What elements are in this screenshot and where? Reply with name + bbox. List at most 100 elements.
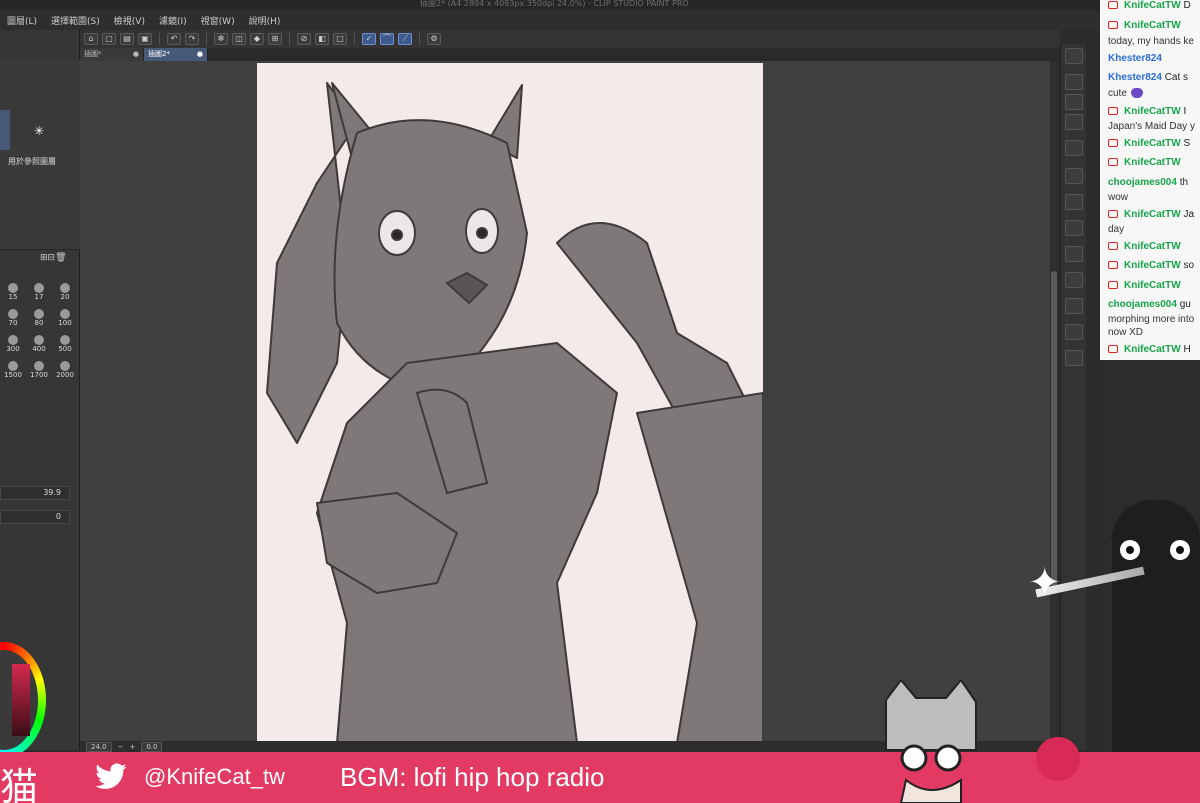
brush-size-option[interactable]: 300 <box>2 332 24 356</box>
brush-size-option[interactable]: 1700 <box>28 358 50 382</box>
deselect-icon[interactable]: ⊘ <box>297 33 311 45</box>
chat-text: D <box>1183 0 1191 11</box>
folder-icon[interactable] <box>1065 220 1083 236</box>
chat-message: KnifeCatTW Ja <box>1108 209 1194 221</box>
chat-username: KnifeCatTW <box>1124 241 1181 252</box>
brush-size-option[interactable]: 17 <box>28 280 50 304</box>
settings-icon[interactable]: ⚙ <box>427 33 441 45</box>
chat-username: KnifeCatTW <box>1124 106 1181 117</box>
transform-icon[interactable]: ⊞ <box>268 33 282 45</box>
merge-icon[interactable] <box>1065 350 1083 366</box>
copy-layer-icon[interactable] <box>1065 140 1083 156</box>
cat-eye <box>1170 540 1190 560</box>
layer-property-icon[interactable] <box>1065 74 1083 90</box>
reference-icon[interactable] <box>1065 298 1083 314</box>
cat-emote-icon <box>1036 737 1080 781</box>
brush-size-option[interactable]: 100 <box>54 306 76 330</box>
lock-icon[interactable] <box>1065 324 1083 340</box>
angle-field[interactable]: 0 <box>0 510 70 524</box>
undo-icon[interactable]: ↶ <box>167 33 181 45</box>
open-file-icon[interactable]: ▤ <box>120 33 134 45</box>
clear-icon[interactable]: ◫ <box>232 33 246 45</box>
brush-dot <box>34 335 44 345</box>
menu-window[interactable]: 視窗(W) <box>194 14 242 27</box>
info-icon[interactable] <box>1065 94 1083 110</box>
chat-username: KnifeCatTW <box>1124 0 1181 11</box>
brush-size-option[interactable]: 20 <box>54 280 76 304</box>
toolbar-divider <box>206 33 207 45</box>
chat-message: KnifeCatTW <box>1108 241 1181 253</box>
zoom-field[interactable]: 24.0 <box>86 741 112 752</box>
chat-message: KnifeCatTW H <box>1108 344 1191 356</box>
snap-curve-icon[interactable]: ⌒ <box>380 33 394 45</box>
artwork-canvas[interactable] <box>257 63 763 743</box>
zoom-in-icon[interactable]: + <box>129 743 135 751</box>
reference-layer-label[interactable]: 用於參照圖層 <box>8 156 56 167</box>
menu-layer[interactable]: 圖層(L) <box>0 14 44 27</box>
sub-tool-panel: ✳ 用於參照圖層 ⊞⊟🗑 <box>0 60 80 263</box>
close-tab-icon[interactable]: ● <box>133 48 139 61</box>
border-icon[interactable]: □ <box>333 33 347 45</box>
color-saturation-square[interactable] <box>12 664 30 736</box>
mask-icon[interactable] <box>1065 246 1083 262</box>
home-icon[interactable]: ⌂ <box>84 33 98 45</box>
brush-size-option[interactable]: 500 <box>54 332 76 356</box>
ruler-icon[interactable] <box>1065 272 1083 288</box>
delete-layer-icon[interactable] <box>1065 168 1083 184</box>
fill-icon[interactable]: ◆ <box>250 33 264 45</box>
cat-logo: 猫 <box>0 765 39 803</box>
tab-illustration-2[interactable]: 插圖2* ● <box>144 48 208 61</box>
chat-text: th <box>1179 177 1189 188</box>
brush-size-option[interactable]: 70 <box>2 306 24 330</box>
stream-chat: KnifeCatTW D KnifeCatTW today, my hands … <box>1100 0 1200 360</box>
tab-label: 插圖2* <box>148 50 170 58</box>
brush-size-label: 500 <box>58 345 72 353</box>
rotation-field[interactable]: 0.0 <box>141 741 163 752</box>
new-layer-icon[interactable] <box>1065 194 1083 210</box>
clear-layer-icon[interactable] <box>1065 114 1083 130</box>
chat-text: so <box>1183 260 1195 271</box>
brush-size-option[interactable]: 1500 <box>2 358 24 382</box>
brush-size-label: 1700 <box>30 371 48 379</box>
vertical-scrollbar[interactable] <box>1050 61 1058 741</box>
twitter-handle: @KnifeCat_tw <box>144 764 285 789</box>
chat-message: Khester824 Cat s <box>1108 72 1188 84</box>
youtube-badge-icon <box>1108 107 1118 116</box>
selected-sub-tool[interactable] <box>0 110 10 150</box>
toolbar-divider <box>289 33 290 45</box>
brush-size-label: 100 <box>58 319 72 327</box>
chat-text: H <box>1183 344 1191 355</box>
close-tab-icon[interactable]: ● <box>197 48 203 61</box>
brush-size-option[interactable]: 15 <box>2 280 24 304</box>
brush-size-option[interactable]: 2000 <box>54 358 76 382</box>
chat-text: today, my hands ke <box>1108 36 1194 47</box>
new-file-icon[interactable]: ▢ <box>102 33 116 45</box>
snap-line-icon[interactable]: ⟋ <box>398 33 412 45</box>
color-wheel[interactable] <box>0 642 46 758</box>
menu-selection[interactable]: 選擇範圍(S) <box>44 14 107 27</box>
save-icon[interactable]: ▣ <box>138 33 152 45</box>
loading-icon[interactable]: ✻ <box>214 33 228 45</box>
menu-help[interactable]: 說明(H) <box>242 14 288 27</box>
scrollbar-thumb[interactable] <box>1051 271 1057 591</box>
brush-size-option[interactable]: 400 <box>28 332 50 356</box>
menu-view[interactable]: 檢視(V) <box>107 14 152 27</box>
chat-text: Ja <box>1183 209 1195 220</box>
youtube-badge-icon <box>1108 345 1118 354</box>
panel-action-icons[interactable]: ⊞⊟🗑 <box>40 253 67 263</box>
tab-illustration-1[interactable]: 插圖* ● <box>80 48 144 61</box>
navigator-icon[interactable] <box>1065 48 1083 64</box>
brush-size-option[interactable]: 80 <box>28 306 50 330</box>
opacity-field[interactable]: 39.9 <box>0 486 70 500</box>
menu-filter[interactable]: 濾鏡(I) <box>152 14 194 27</box>
stream-banner: 猫 @KnifeCat_tw BGM: lofi hip hop radio <box>0 752 1200 803</box>
youtube-badge-icon <box>1108 210 1118 219</box>
youtube-badge-icon <box>1108 21 1118 30</box>
invert-selection-icon[interactable]: ◧ <box>315 33 329 45</box>
brush-size-grid: 15 17 20 70 80 100 300 400 500 1500 1700… <box>2 280 78 382</box>
pen-stabilization-icon[interactable]: ✓ <box>362 33 376 45</box>
redo-icon[interactable]: ↷ <box>185 33 199 45</box>
zoom-out-icon[interactable]: − <box>118 743 124 751</box>
toolbar-divider <box>159 33 160 45</box>
brush-size-label: 17 <box>34 293 44 301</box>
